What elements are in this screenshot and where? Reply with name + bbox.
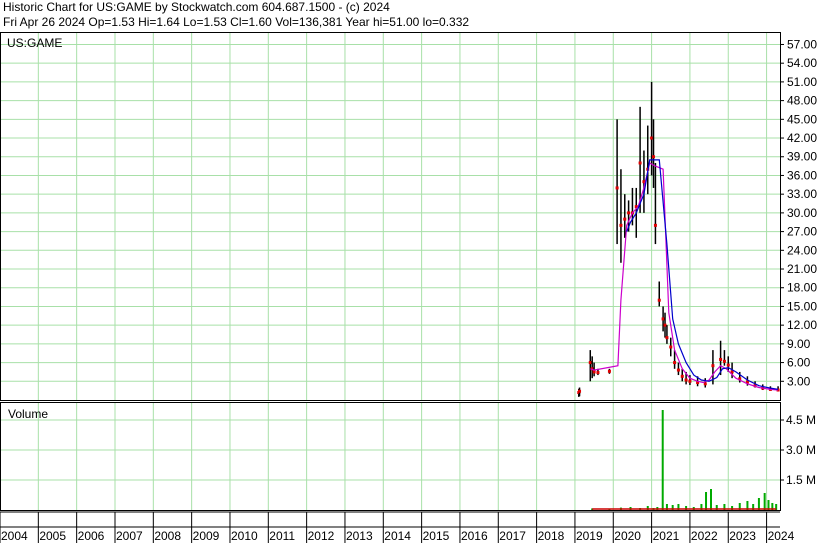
price-tick-label: 57.00	[787, 37, 817, 51]
price-tick-label: 21.00	[787, 262, 817, 276]
price-tick-label: 54.00	[787, 56, 817, 70]
year-tick-label: 2004	[1, 529, 28, 543]
year-tick-label: 2015	[423, 529, 450, 543]
price-tick-label: 39.00	[787, 150, 817, 164]
price-tick-label: 27.00	[787, 225, 817, 239]
close-mark	[669, 345, 673, 349]
price-tick-label: 6.00	[787, 356, 811, 370]
price-tick-label: 9.00	[787, 337, 811, 351]
volume-tick-label: 4.5 M	[786, 413, 816, 427]
volume-title: Volume	[8, 407, 48, 421]
close-mark	[623, 217, 627, 221]
close-mark	[638, 161, 642, 165]
price-tick-label: 12.00	[787, 318, 817, 332]
close-mark	[719, 357, 723, 361]
close-mark	[588, 361, 592, 365]
volume-tick-label: 1.5 M	[786, 473, 816, 487]
price-tick-label: 15.00	[787, 299, 817, 313]
price-tick-label: 45.00	[787, 112, 817, 126]
price-marks	[577, 81, 780, 397]
year-tick-label: 2014	[384, 529, 411, 543]
price-tick-label: 3.00	[787, 374, 811, 388]
close-mark	[684, 378, 688, 382]
volume-marks	[591, 410, 778, 510]
close-mark	[665, 336, 669, 340]
price-tick-label: 18.00	[787, 281, 817, 295]
close-mark	[627, 211, 631, 215]
close-mark	[615, 186, 619, 190]
year-tick-label: 2023	[729, 529, 756, 543]
close-mark	[676, 368, 680, 372]
close-mark	[592, 370, 596, 374]
year-tick-label: 2016	[461, 529, 488, 543]
close-mark	[673, 361, 677, 365]
price-panel-frame	[0, 32, 781, 401]
year-tick-label: 2009	[193, 529, 220, 543]
close-mark	[650, 136, 654, 140]
close-mark	[663, 323, 667, 327]
price-tick-label: 33.00	[787, 187, 817, 201]
close-mark	[653, 223, 657, 227]
price-tick-label: 48.00	[787, 94, 817, 108]
historic-chart: 57.00 54.00 51.00 48.00 45.00 42.00 39.00 36.00…	[0, 32, 817, 543]
close-mark	[578, 389, 582, 393]
price-tick-label: 51.00	[787, 75, 817, 89]
close-mark	[688, 379, 692, 383]
close-mark	[619, 223, 623, 227]
axis-labels: 57.00 54.00 51.00 48.00 45.00 42.00 39.00 36.00…	[1, 37, 817, 543]
year-tick-label: 2005	[39, 529, 66, 543]
moving-average-short-line	[590, 162, 779, 391]
year-tick-label: 2022	[691, 529, 718, 543]
year-tick-label: 2017	[499, 529, 526, 543]
year-tick-label: 2020	[614, 529, 641, 543]
price-tick-label: 30.00	[787, 206, 817, 220]
price-tick-label: 24.00	[787, 243, 817, 257]
year-tick-label: 2018	[538, 529, 565, 543]
close-mark	[726, 363, 730, 367]
year-tick-label: 2011	[269, 529, 295, 543]
close-mark	[657, 298, 661, 302]
year-tick-label: 2024	[768, 529, 795, 543]
close-mark	[680, 374, 684, 378]
close-mark	[652, 155, 656, 159]
year-tick-label: 2006	[78, 529, 105, 543]
close-mark	[596, 371, 600, 375]
volume-tick-label: 3.0 M	[786, 443, 816, 457]
close-mark	[661, 317, 665, 321]
year-tick-label: 2008	[154, 529, 181, 543]
price-tick-label: 36.00	[787, 168, 817, 182]
year-tick-label: 2019	[576, 529, 603, 543]
price-tick-label: 42.00	[787, 131, 817, 145]
close-mark	[722, 359, 726, 363]
year-tick-label: 2013	[346, 529, 373, 543]
year-tick-label: 2007	[116, 529, 143, 543]
symbol-label: US:GAME	[7, 36, 62, 50]
close-mark	[711, 364, 715, 368]
close-mark	[607, 369, 611, 373]
year-tick-label: 2012	[308, 529, 335, 543]
year-tick-label: 2010	[231, 529, 258, 543]
year-tick-label: 2021	[653, 529, 680, 543]
